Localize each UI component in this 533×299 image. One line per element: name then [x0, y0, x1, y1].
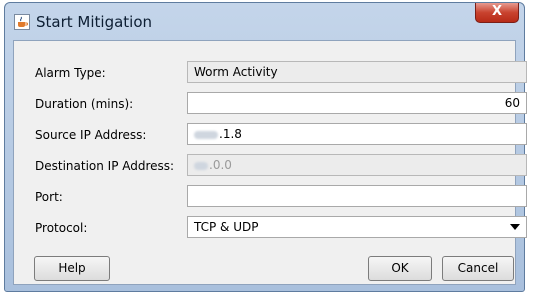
protocol-select[interactable]: TCP & UDP — [187, 216, 527, 238]
redacted-mask — [194, 161, 208, 170]
port-label: Port: — [35, 190, 63, 204]
source-ip-value: .1.8 — [219, 127, 242, 141]
protocol-value: TCP & UDP — [194, 220, 259, 234]
source-ip-input[interactable]: .1.8 — [187, 123, 527, 145]
alarm-type-label: Alarm Type: — [35, 66, 106, 80]
destination-ip-value: .0.0 — [209, 158, 232, 172]
protocol-label: Protocol: — [35, 221, 88, 235]
dialog-window: Start Mitigation X Alarm Type: Worm Acti… — [4, 2, 527, 292]
redacted-mask — [194, 130, 218, 139]
java-cup-icon — [14, 14, 30, 30]
duration-value: 60 — [504, 96, 520, 110]
title-bar[interactable]: Start Mitigation X — [5, 3, 524, 39]
chevron-down-icon — [510, 224, 520, 230]
close-button[interactable]: X — [475, 3, 519, 23]
help-button[interactable]: Help — [34, 256, 110, 281]
port-input[interactable] — [187, 185, 527, 207]
alarm-type-field: Worm Activity — [187, 61, 527, 83]
cancel-button[interactable]: Cancel — [442, 256, 514, 281]
dialog-title: Start Mitigation — [36, 13, 153, 31]
alarm-type-value: Worm Activity — [194, 65, 278, 79]
source-ip-label: Source IP Address: — [35, 128, 147, 142]
duration-label: Duration (mins): — [35, 97, 134, 111]
duration-input[interactable]: 60 — [187, 92, 527, 114]
dialog-content: Alarm Type: Worm Activity Duration (mins… — [13, 40, 527, 285]
ok-button[interactable]: OK — [368, 256, 432, 281]
close-icon: X — [491, 4, 503, 19]
destination-ip-label: Destination IP Address: — [35, 159, 175, 173]
destination-ip-field: .0.0 — [187, 154, 527, 176]
